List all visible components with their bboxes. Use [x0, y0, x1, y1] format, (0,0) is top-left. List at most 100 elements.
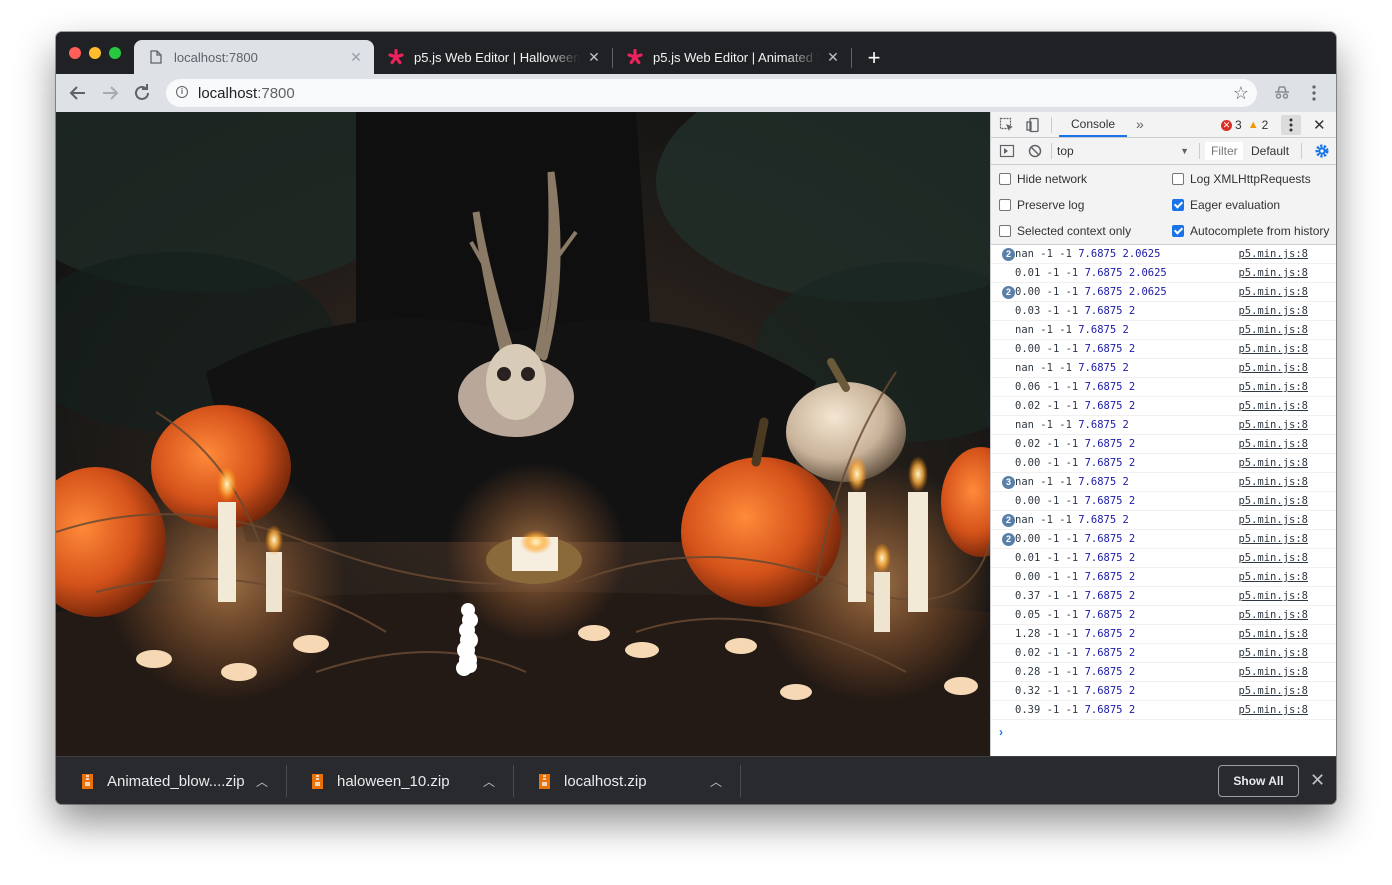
tab-close-icon[interactable]: ✕ — [586, 49, 602, 65]
window-zoom-button[interactable] — [109, 47, 121, 59]
source-link[interactable]: p5.min.js:8 — [1238, 454, 1308, 472]
tab-close-icon[interactable]: ✕ — [348, 49, 364, 65]
toolbar-divider — [1301, 143, 1302, 159]
message-middle-values: -1 -1 — [1040, 400, 1085, 412]
download-item[interactable]: haloween_10.zip ︿ — [286, 757, 513, 804]
preserve-log-label: Preserve log — [1017, 198, 1085, 212]
autocomplete-checkbox[interactable] — [1172, 225, 1184, 237]
source-link[interactable]: p5.min.js:8 — [1238, 663, 1308, 681]
filter-input[interactable]: Filter — [1205, 142, 1243, 160]
tab-p5-halloween[interactable]: p5.js Web Editor | Halloween blow ✕ — [374, 40, 612, 74]
context-select[interactable]: top ▼ — [1057, 142, 1189, 160]
tab-localhost[interactable]: localhost:7800 ✕ — [134, 40, 374, 74]
source-link[interactable]: p5.min.js:8 — [1238, 397, 1308, 415]
message-first-value: 0.00 — [1015, 286, 1041, 298]
repeat-count-badge: 2 — [1002, 514, 1015, 527]
source-link[interactable]: p5.min.js:8 — [1238, 321, 1308, 339]
back-arrow-icon[interactable] — [66, 81, 90, 105]
tab-close-icon[interactable]: ✕ — [825, 49, 841, 65]
eager-evaluation-checkbox[interactable] — [1172, 199, 1184, 211]
source-link[interactable]: p5.min.js:8 — [1238, 416, 1308, 434]
device-toolbar-icon[interactable] — [1025, 117, 1041, 136]
message-middle-values: -1 -1 — [1040, 571, 1085, 583]
chrome-menu-icon[interactable] — [1302, 81, 1326, 105]
download-separator — [740, 765, 741, 797]
repeat-count-badge: 2 — [1002, 248, 1015, 261]
chevron-up-icon[interactable]: ︿ — [710, 773, 722, 790]
preserve-log-option[interactable]: Preserve log — [999, 198, 1084, 212]
devtools-menu-icon[interactable] — [1281, 115, 1301, 135]
selected-context-checkbox[interactable] — [999, 225, 1011, 237]
hide-network-checkbox[interactable] — [999, 173, 1011, 185]
new-tab-button[interactable]: + — [862, 46, 886, 70]
sidebar-toggle-icon[interactable] — [999, 143, 1015, 162]
source-link[interactable]: p5.min.js:8 — [1238, 701, 1308, 719]
chevron-up-icon[interactable]: ︿ — [483, 773, 495, 790]
show-all-button[interactable]: Show All — [1218, 765, 1299, 797]
warning-icon: ▲ — [1247, 119, 1259, 131]
console-message-text: nan -1 -1 7.6875 2 — [1015, 511, 1129, 529]
console-settings-gear-icon[interactable] — [1314, 143, 1330, 159]
source-link[interactable]: p5.min.js:8 — [1238, 264, 1308, 282]
log-xhr-checkbox[interactable] — [1172, 173, 1184, 185]
devtools-close-icon[interactable]: ✕ — [1313, 116, 1326, 134]
clear-console-icon[interactable] — [1027, 143, 1043, 162]
download-item[interactable]: Animated_blow....zip ︿ — [56, 757, 286, 804]
p5-canvas[interactable] — [56, 112, 990, 756]
message-number-value: 7.6875 — [1078, 476, 1117, 488]
source-link[interactable]: p5.min.js:8 — [1238, 587, 1308, 605]
source-link[interactable]: p5.min.js:8 — [1238, 625, 1308, 643]
source-link[interactable]: p5.min.js:8 — [1238, 549, 1308, 567]
console-messages: 2 nan -1 -1 7.6875 2.0625 p5.min.js:8 0.01 … — [991, 245, 1336, 725]
source-link[interactable]: p5.min.js:8 — [1238, 473, 1308, 491]
preserve-log-checkbox[interactable] — [999, 199, 1011, 211]
source-link[interactable]: p5.min.js:8 — [1238, 378, 1308, 396]
log-xhr-option[interactable]: Log XMLHttpRequests — [1172, 172, 1311, 186]
issue-counter[interactable]: ✕ 3 ▲ 2 — [1221, 118, 1268, 132]
chevron-up-icon[interactable]: ︿ — [256, 773, 268, 790]
source-link[interactable]: p5.min.js:8 — [1238, 568, 1308, 586]
source-link[interactable]: p5.min.js:8 — [1238, 530, 1308, 548]
autocomplete-option[interactable]: Autocomplete from history — [1172, 224, 1329, 238]
message-number-value: 7.6875 — [1084, 305, 1123, 317]
log-levels-dropdown[interactable]: Default — [1251, 142, 1289, 160]
source-link[interactable]: p5.min.js:8 — [1238, 682, 1308, 700]
forward-arrow-icon[interactable] — [98, 81, 122, 105]
bookmark-star-icon[interactable]: ☆ — [1233, 83, 1249, 103]
window-minimize-button[interactable] — [89, 47, 101, 59]
address-bar[interactable]: i localhost:7800 ☆ — [166, 79, 1257, 107]
console-message-row: 3 nan -1 -1 7.6875 2 p5.min.js:8 — [991, 473, 1336, 492]
download-item[interactable]: localhost.zip ︿ — [513, 757, 740, 804]
source-link[interactable]: p5.min.js:8 — [1238, 606, 1308, 624]
console-prompt[interactable]: › — [999, 725, 1003, 739]
tab-console[interactable]: Console — [1059, 112, 1128, 137]
window-close-button[interactable] — [69, 47, 81, 59]
message-number-value: 2 — [1128, 438, 1136, 450]
source-link[interactable]: p5.min.js:8 — [1238, 283, 1308, 301]
close-shelf-icon[interactable]: ✕ — [1310, 770, 1325, 791]
message-number-value: 2 — [1122, 514, 1129, 526]
tab-p5-animated[interactable]: p5.js Web Editor | Animated blowing ✕ — [613, 40, 851, 74]
source-link[interactable]: p5.min.js:8 — [1238, 435, 1308, 453]
source-link[interactable]: p5.min.js:8 — [1238, 359, 1308, 377]
source-link[interactable]: p5.min.js:8 — [1238, 511, 1308, 529]
inspect-element-icon[interactable] — [999, 117, 1015, 136]
source-link[interactable]: p5.min.js:8 — [1238, 644, 1308, 662]
eager-evaluation-option[interactable]: Eager evaluation — [1172, 198, 1280, 212]
source-link[interactable]: p5.min.js:8 — [1238, 340, 1308, 358]
incognito-extension-icon[interactable] — [1270, 81, 1294, 105]
source-link[interactable]: p5.min.js:8 — [1238, 245, 1308, 263]
reload-icon[interactable] — [130, 81, 154, 105]
url-host: localhost — [198, 85, 258, 102]
hide-network-option[interactable]: Hide network — [999, 172, 1087, 186]
message-first-value: 0.03 — [1015, 305, 1041, 317]
message-middle-values: -1 -1 — [1040, 685, 1085, 697]
more-tabs-button[interactable]: » — [1136, 116, 1144, 132]
source-link[interactable]: p5.min.js:8 — [1238, 492, 1308, 510]
source-link[interactable]: p5.min.js:8 — [1238, 302, 1308, 320]
console-message-text: 0.37 -1 -1 7.6875 2 — [1015, 587, 1135, 605]
selected-context-option[interactable]: Selected context only — [999, 224, 1131, 238]
site-info-icon[interactable]: i — [176, 86, 188, 98]
message-number-value: 2.0625 — [1122, 248, 1161, 260]
download-file-name: localhost.zip — [564, 772, 647, 790]
